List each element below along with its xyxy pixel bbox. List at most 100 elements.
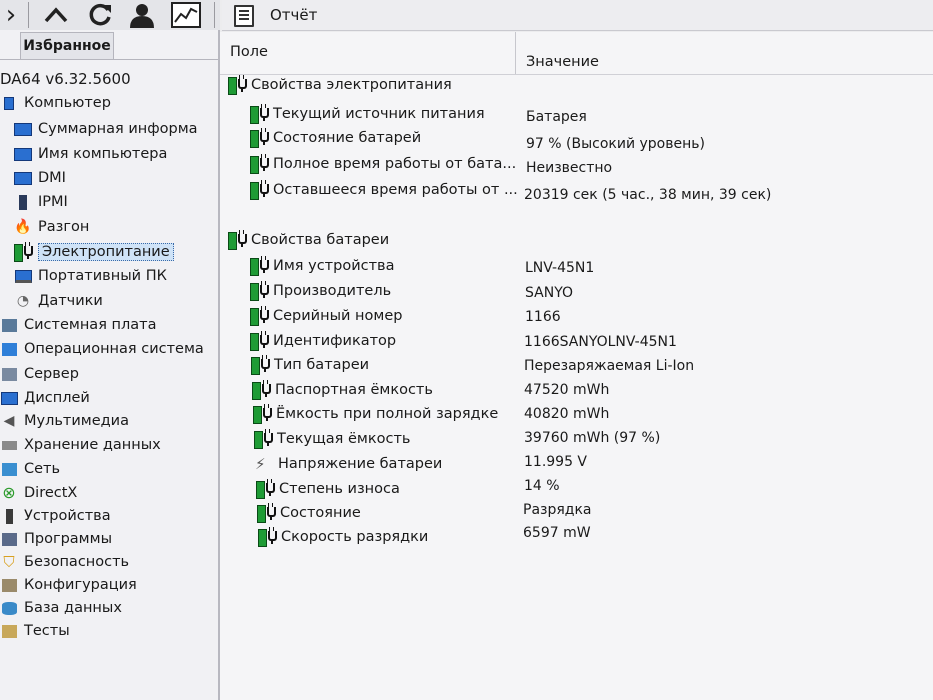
battery-plug-icon bbox=[250, 306, 270, 326]
tree-item-label: Имя компьютера bbox=[38, 146, 168, 162]
tree-item-motherboard[interactable]: Системная плата bbox=[0, 314, 157, 336]
column-header-value[interactable]: Значение bbox=[526, 54, 599, 70]
tree-item-overclock[interactable]: 🔥 Разгон bbox=[14, 216, 89, 238]
refresh-icon[interactable] bbox=[84, 0, 116, 30]
table-row[interactable]: Текущий источник питания bbox=[250, 102, 485, 126]
table-row[interactable]: Состояние батарей bbox=[250, 126, 421, 150]
battery-plug-icon bbox=[254, 429, 274, 449]
table-row[interactable]: Полное время работы от бата... bbox=[250, 152, 516, 176]
forward-icon[interactable]: › bbox=[2, 0, 20, 30]
field-value: SANYO bbox=[525, 285, 574, 301]
table-row[interactable]: Степень износа bbox=[256, 477, 400, 501]
tree-item-display[interactable]: Дисплей bbox=[0, 387, 90, 409]
tree-item-label: Операционная система bbox=[24, 341, 204, 357]
field-value: Разрядка bbox=[523, 502, 592, 518]
tree-item-computer-name[interactable]: Имя компьютера bbox=[14, 143, 167, 165]
battery-plug-icon bbox=[14, 242, 33, 262]
field-label: Текущая ёмкость bbox=[277, 431, 411, 447]
field-value: 40820 mWh bbox=[524, 406, 610, 422]
battery-plug-icon bbox=[250, 180, 270, 200]
field-value: 1166SANYOLNV-45N1 bbox=[524, 334, 677, 350]
field-label: Степень износа bbox=[279, 481, 400, 497]
app-version: DA64 v6.32.5600 bbox=[0, 70, 131, 88]
battery-plug-icon bbox=[258, 527, 278, 547]
computer-icon bbox=[0, 95, 18, 111]
battery-plug-icon bbox=[250, 154, 270, 174]
tree-item-sensors[interactable]: ◔ Датчики bbox=[14, 290, 103, 312]
report-icon[interactable] bbox=[234, 5, 254, 27]
section-title: Свойства батареи bbox=[251, 232, 390, 248]
tree-item-label: Сервер bbox=[24, 366, 79, 382]
table-row[interactable]: Паспортная ёмкость bbox=[252, 378, 433, 402]
battery-plug-icon bbox=[250, 331, 270, 351]
tree-item-programs[interactable]: Программы bbox=[0, 528, 112, 550]
tree-item-network[interactable]: Сеть bbox=[0, 458, 60, 480]
toolbar-separator bbox=[214, 2, 215, 28]
table-row[interactable]: Состояние bbox=[257, 501, 361, 525]
field-label: Напряжение батареи bbox=[278, 456, 443, 472]
section-header[interactable]: Свойства электропитания bbox=[228, 73, 452, 97]
tab-menu[interactable]: › bbox=[0, 32, 6, 58]
voltage-icon: ⚡ bbox=[255, 455, 266, 473]
table-row[interactable]: Скорость разрядки bbox=[258, 525, 428, 549]
storage-icon bbox=[0, 437, 18, 453]
field-value: 20319 сек (5 час., 38 мин, 39 сек) bbox=[524, 187, 772, 203]
display-icon bbox=[0, 390, 18, 406]
tree-item-directx[interactable]: ⊗ DirectX bbox=[0, 482, 77, 504]
tests-icon bbox=[0, 623, 18, 639]
monitor-icon bbox=[14, 146, 32, 162]
field-label: Имя устройства bbox=[273, 258, 395, 274]
tree-item-database[interactable]: База данных bbox=[0, 597, 122, 619]
table-row[interactable]: Тип батареи bbox=[251, 353, 369, 377]
section-header[interactable]: Свойства батареи bbox=[228, 228, 389, 252]
tree-item-devices[interactable]: Устройства bbox=[0, 505, 111, 527]
tree-item-label: Суммарная информа bbox=[38, 121, 198, 137]
up-icon[interactable] bbox=[40, 0, 72, 30]
field-label: Тип батареи bbox=[274, 357, 370, 373]
table-row[interactable]: Серийный номер bbox=[250, 304, 402, 328]
tree-item-power[interactable]: Электропитание bbox=[14, 241, 174, 263]
user-icon[interactable] bbox=[126, 0, 158, 30]
tree-item-ipmi[interactable]: IPMI bbox=[14, 191, 68, 213]
tree-item-tests[interactable]: Тесты bbox=[0, 620, 70, 642]
table-row[interactable]: Текущая ёмкость bbox=[254, 427, 410, 451]
server-icon bbox=[0, 366, 18, 382]
tree-item-summary[interactable]: Суммарная информа bbox=[14, 118, 198, 140]
tree-item-label: DMI bbox=[38, 170, 66, 186]
tree-item-dmi[interactable]: DMI bbox=[14, 167, 66, 189]
table-row[interactable]: Идентификатор bbox=[250, 329, 396, 353]
column-separator[interactable] bbox=[515, 32, 516, 74]
report-bar[interactable]: Отчёт bbox=[222, 0, 933, 31]
field-value: Батарея bbox=[526, 109, 587, 125]
battery-plug-icon bbox=[228, 75, 248, 95]
battery-plug-icon bbox=[228, 230, 248, 250]
tree-item-computer[interactable]: Компьютер bbox=[0, 92, 111, 114]
field-label: Полное время работы от бата... bbox=[273, 156, 517, 172]
field-value: 1166 bbox=[525, 309, 561, 325]
tree-item-config[interactable]: Конфигурация bbox=[0, 574, 137, 596]
table-row[interactable]: Ёмкость при полной зарядке bbox=[253, 402, 498, 426]
tree-item-label: Портативный ПК bbox=[38, 268, 167, 284]
tab-favorites[interactable]: Избранное bbox=[20, 32, 114, 60]
tree-item-security[interactable]: ⛉ Безопасность bbox=[0, 551, 129, 573]
tree-item-label: Датчики bbox=[38, 293, 103, 309]
tree-item-multimedia[interactable]: ◀ Мультимедиа bbox=[0, 410, 129, 432]
chart-icon[interactable] bbox=[168, 0, 204, 30]
table-row[interactable]: ⚡ Напряжение батареи bbox=[255, 452, 442, 476]
field-label: Ёмкость при полной зарядке bbox=[276, 406, 499, 422]
tree-item-label: Системная плата bbox=[24, 317, 157, 333]
table-row[interactable]: Оставшееся время работы от ... bbox=[250, 178, 518, 202]
device-icon bbox=[0, 508, 18, 524]
report-title[interactable]: Отчёт bbox=[270, 6, 317, 24]
tree-item-laptop[interactable]: Портативный ПК bbox=[14, 265, 167, 287]
field-value: Неизвестно bbox=[526, 160, 613, 176]
field-value: Перезаряжаемая Li-Ion bbox=[524, 358, 695, 374]
sensor-icon: ◔ bbox=[16, 293, 30, 309]
column-header-field[interactable]: Поле bbox=[230, 44, 268, 60]
tree-item-server[interactable]: Сервер bbox=[0, 363, 79, 385]
table-row[interactable]: Имя устройства bbox=[250, 254, 394, 278]
monitor-icon bbox=[14, 121, 32, 137]
tree-item-os[interactable]: Операционная система bbox=[0, 338, 204, 360]
tree-item-storage[interactable]: Хранение данных bbox=[0, 434, 161, 456]
table-row[interactable]: Производитель bbox=[250, 279, 391, 303]
